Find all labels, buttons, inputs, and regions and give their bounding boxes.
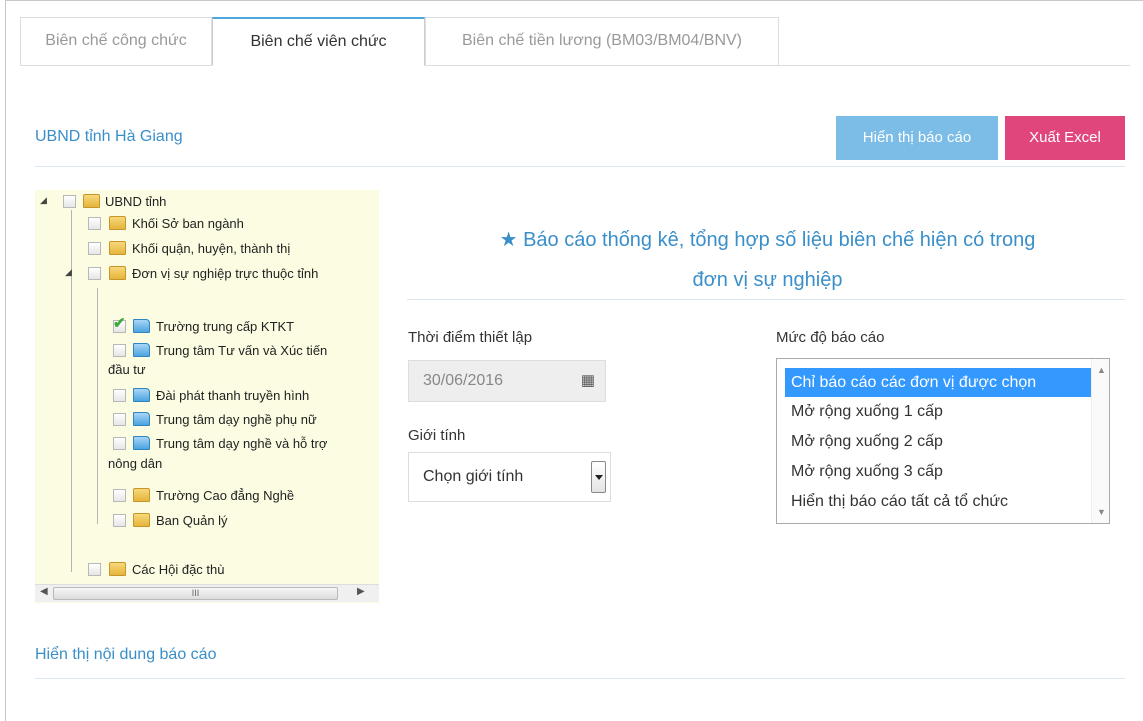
list-item[interactable]: Mở rộng xuống 3 cấp: [785, 457, 1091, 486]
checkbox[interactable]: [88, 242, 101, 255]
scroll-up-icon[interactable]: ▲: [1097, 365, 1106, 375]
folder-icon: [109, 562, 126, 576]
scroll-grip: III: [191, 588, 200, 598]
tree-line: [97, 288, 98, 524]
org-tree: ◢ UBND tỉnh Khối Sở ban ngành Khối quận,…: [35, 190, 379, 603]
level-label: Mức độ báo cáo: [776, 329, 885, 346]
tree-node-ban-quan-ly[interactable]: Ban Quản lý: [156, 513, 228, 528]
tree-node-don-vi-su-nghiep[interactable]: Đơn vị sự nghiệp trực thuộc tỉnh: [132, 266, 318, 281]
tree-node-truong-trung-cap[interactable]: Trường trung cấp KTKT: [156, 319, 294, 334]
tree-node-quan-huyen[interactable]: Khối quận, huyện, thành thị: [132, 241, 290, 256]
tree-node-tu-van[interactable]: Trung tâm Tư vấn và Xúc tiến: [156, 343, 327, 358]
collapse-icon[interactable]: ◢: [40, 195, 47, 206]
check-icon: ✔: [113, 315, 126, 332]
checkbox[interactable]: [88, 267, 101, 280]
checkbox[interactable]: [63, 195, 76, 208]
checkbox[interactable]: [113, 413, 126, 426]
tab-bien-che-vien-chuc[interactable]: Biên chế viên chức: [212, 17, 425, 66]
list-item[interactable]: Hiển thị báo cáo tất cả tổ chức: [785, 487, 1091, 516]
dropdown-arrow-icon[interactable]: [591, 461, 606, 493]
checkbox[interactable]: [113, 514, 126, 527]
tree-node-root[interactable]: UBND tỉnh: [105, 194, 166, 209]
gender-label: Giới tính: [408, 427, 466, 444]
folder-icon: [133, 388, 150, 402]
tab-bien-che-cong-chuc[interactable]: Biên chế công chức: [20, 17, 212, 65]
divider: [407, 299, 1125, 300]
tree-node-tu-van-cont: đầu tư: [108, 362, 146, 377]
checkbox[interactable]: [113, 489, 126, 502]
tree-node-hoi-dac-thu[interactable]: Các Hội đặc thù: [132, 562, 225, 577]
folder-icon: [133, 513, 150, 527]
folder-icon: [133, 343, 150, 357]
tree-node-day-nghe-ho-tro[interactable]: Trung tâm dạy nghề và hỗ trợ: [156, 436, 327, 451]
scroll-down-icon[interactable]: ▼: [1097, 507, 1106, 517]
folder-icon: [133, 412, 150, 426]
report-heading-line2: đơn vị sự nghiệp: [692, 269, 843, 291]
list-item[interactable]: Mở rộng xuống 1 cấp: [785, 397, 1091, 426]
tree-hscrollbar[interactable]: ◀ III ▶: [35, 584, 379, 602]
checkbox[interactable]: [113, 437, 126, 450]
content-title: Hiển thị nội dung báo cáo: [35, 646, 217, 663]
checkbox[interactable]: [113, 389, 126, 402]
scroll-left-icon[interactable]: ◀: [40, 586, 48, 597]
folder-icon: [133, 436, 150, 450]
export-excel-button[interactable]: Xuất Excel: [1005, 116, 1125, 160]
report-heading-line1: Báo cáo thống kê, tổng hợp số liệu biên …: [523, 229, 1036, 251]
tree-node-dai-phat-thanh[interactable]: Đài phát thanh truyền hình: [156, 388, 309, 403]
date-label: Thời điểm thiết lập: [408, 329, 533, 346]
tree-node-cao-dang-nghe[interactable]: Trường Cao đẳng Nghề: [156, 488, 294, 503]
folder-icon: [109, 216, 126, 230]
scroll-thumb[interactable]: III: [53, 587, 338, 600]
checkbox[interactable]: [88, 563, 101, 576]
folder-icon: [83, 194, 100, 208]
collapse-icon[interactable]: ◢: [65, 267, 72, 278]
tab-bien-che-tien-luong[interactable]: Biên chế tiền lương (BM03/BM04/BNV): [425, 17, 779, 65]
gender-select[interactable]: Chọn giới tính: [408, 452, 611, 502]
org-title: UBND tỉnh Hà Giang: [35, 128, 183, 145]
tab-bar: Biên chế công chức Biên chế viên chức Bi…: [20, 17, 1130, 66]
report-level-listbox[interactable]: Chỉ báo cáo các đơn vị được chọn Mở rộng…: [776, 358, 1110, 524]
star-icon: ★: [499, 229, 518, 251]
divider: [35, 678, 1125, 679]
tree-node-day-nghe-phu-nu[interactable]: Trung tâm dạy nghề phụ nữ: [156, 412, 317, 427]
checkbox[interactable]: [88, 217, 101, 230]
folder-icon: [133, 319, 150, 333]
tree-line: [71, 210, 72, 572]
calendar-icon[interactable]: ▦: [581, 361, 595, 401]
folder-icon: [133, 488, 150, 502]
list-item[interactable]: Mở rộng xuống 2 cấp: [785, 427, 1091, 456]
show-report-button[interactable]: Hiển thị báo cáo: [836, 116, 998, 160]
date-value: 30/06/2016: [423, 372, 504, 389]
divider: [35, 166, 1125, 167]
checkbox[interactable]: [113, 344, 126, 357]
tree-node-day-nghe-ho-tro-cont: nông dân: [108, 456, 163, 471]
folder-icon: [109, 266, 126, 280]
tree-node-so-ban-nganh[interactable]: Khối Sở ban ngành: [132, 216, 244, 231]
listbox-scrollbar[interactable]: ▲ ▼: [1091, 359, 1109, 523]
report-heading: ★ Báo cáo thống kê, tổng hợp số liệu biê…: [410, 220, 1125, 300]
date-input[interactable]: 30/06/2016 ▦: [408, 360, 606, 402]
folder-icon: [109, 241, 126, 255]
scroll-right-icon[interactable]: ▶: [357, 586, 365, 597]
list-item[interactable]: Chỉ báo cáo các đơn vị được chọn: [785, 368, 1091, 397]
gender-value: Chọn giới tính: [423, 468, 524, 485]
